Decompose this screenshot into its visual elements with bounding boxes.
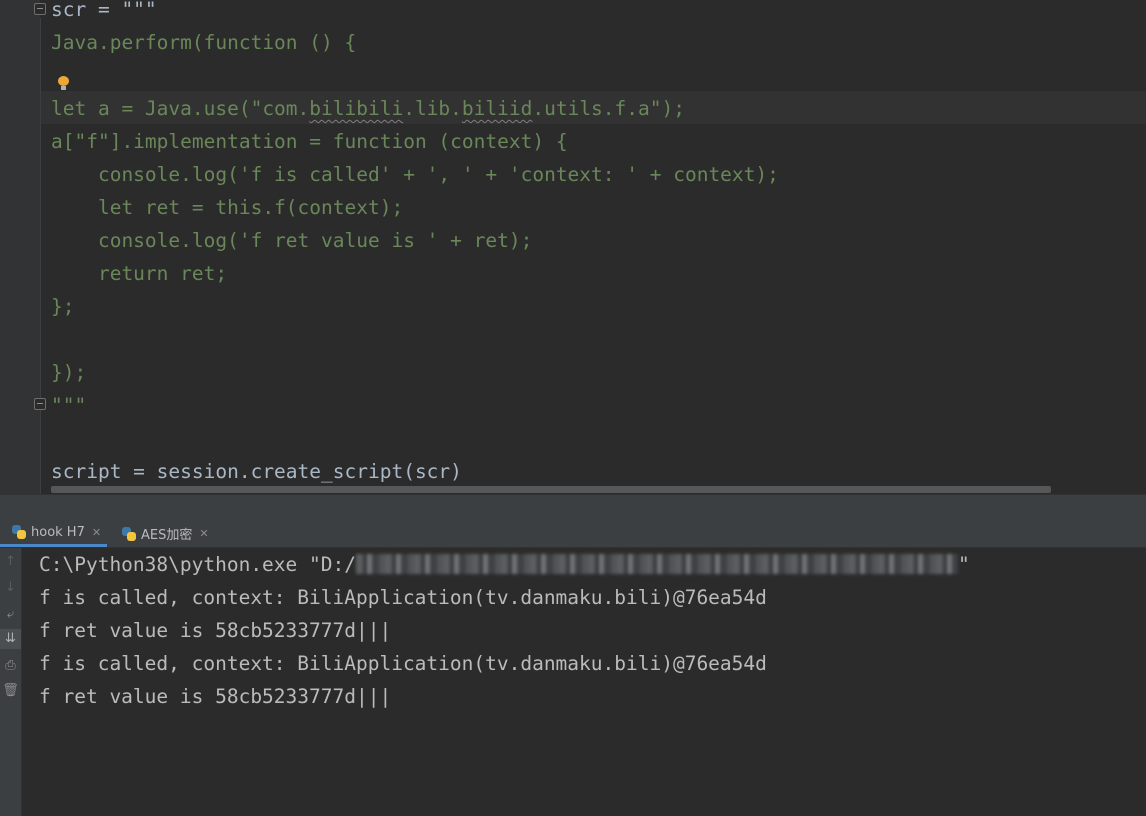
code-text: """	[51, 394, 87, 417]
close-icon[interactable]: ✕	[92, 526, 101, 539]
code-line-4: let a = Java.use("com.bilibili.lib.bilii…	[51, 92, 685, 125]
code-line-5: a["f"].implementation = function (contex…	[51, 125, 568, 158]
python-icon	[12, 525, 26, 539]
console-output-line: f ret value is 58cb5233777d|||	[39, 619, 392, 642]
code-text: };	[51, 295, 75, 318]
python-icon	[122, 526, 136, 541]
tab-label: hook H7	[31, 524, 85, 540]
code-line-2: Java.perform(function () {	[51, 26, 356, 59]
console-command-line: C:\Python38\python.exe "D:/ "	[39, 548, 970, 581]
code-text: a["f"].implementation = function (contex…	[51, 130, 568, 153]
code-line-13: """	[51, 389, 86, 422]
code-line-8: console.log('f ret value is ' + ret);	[51, 224, 532, 257]
command-text: "	[957, 553, 970, 576]
code-line-1: scr = """	[51, 0, 157, 26]
tab-hook-h7[interactable]: hook H7 ✕	[0, 520, 108, 547]
spellcheck-word: bilibili	[309, 97, 404, 120]
print-icon[interactable]: ⎙	[0, 656, 21, 676]
console-output[interactable]: C:\Python38\python.exe "D:/ " f is called…	[22, 548, 1146, 816]
soft-wrap-icon[interactable]: ⤶	[0, 605, 21, 625]
code-text: return ret;	[51, 262, 228, 285]
run-tab-bar: hook H7 ✕ AES加密 ✕	[0, 520, 1146, 548]
code-text: let ret = this.f(context);	[51, 196, 404, 219]
code-text: console.log('f ret value is ' + ret);	[51, 229, 533, 252]
editor-gutter	[0, 0, 40, 494]
console-output-line: f is called, context: BiliApplication(tv…	[39, 652, 767, 675]
code-line-9: return ret;	[51, 257, 227, 290]
code-text: console.log('f is called' + ', ' + 'cont…	[51, 163, 779, 186]
close-icon[interactable]: ✕	[199, 527, 208, 540]
code-line-12: });	[51, 356, 86, 389]
fold-guide	[40, 18, 41, 494]
run-tool-window-header	[0, 494, 1146, 521]
code-line-10: };	[51, 290, 74, 323]
console-toolbar: ↑ ↓ ⤶ ⇊ ⎙ 🗑	[0, 548, 22, 816]
tab-label: AES加密	[141, 528, 193, 543]
scroll-to-end-icon[interactable]: ⇊	[0, 629, 21, 649]
code-text: script = session.create_script(scr)	[51, 460, 462, 483]
trash-icon[interactable]: 🗑	[0, 681, 21, 701]
tab-aes[interactable]: AES加密 ✕	[110, 520, 215, 547]
console-output-line: f ret value is 58cb5233777d|||	[39, 685, 392, 708]
fold-toggle-icon[interactable]	[34, 3, 46, 15]
arrow-up-icon[interactable]: ↑	[0, 552, 21, 572]
blurred-path	[355, 554, 958, 574]
command-text: C:\Python38\python.exe "D:/	[39, 553, 356, 576]
code-text: });	[51, 361, 87, 384]
horizontal-scrollbar[interactable]	[51, 486, 1051, 493]
lightbulb-icon[interactable]	[58, 76, 69, 91]
console-output-line: f is called, context: BiliApplication(tv…	[39, 586, 767, 609]
arrow-down-icon[interactable]: ↓	[0, 578, 21, 598]
code-line-15: script = session.create_script(scr)	[51, 455, 462, 488]
code-text: Java.perform(function () {	[51, 31, 357, 54]
spellcheck-word: biliid	[461, 97, 533, 120]
code-editor[interactable]: scr = """ Java.perform(function () { let…	[0, 0, 1146, 494]
code-line-6: console.log('f is called' + ', ' + 'cont…	[51, 158, 779, 191]
code-line-7: let ret = this.f(context);	[51, 191, 403, 224]
fold-toggle-icon[interactable]	[34, 398, 46, 410]
code-text: let a = Java.use("com.bilibili.lib.bilii…	[51, 97, 685, 120]
code-text: scr = """	[51, 0, 157, 21]
